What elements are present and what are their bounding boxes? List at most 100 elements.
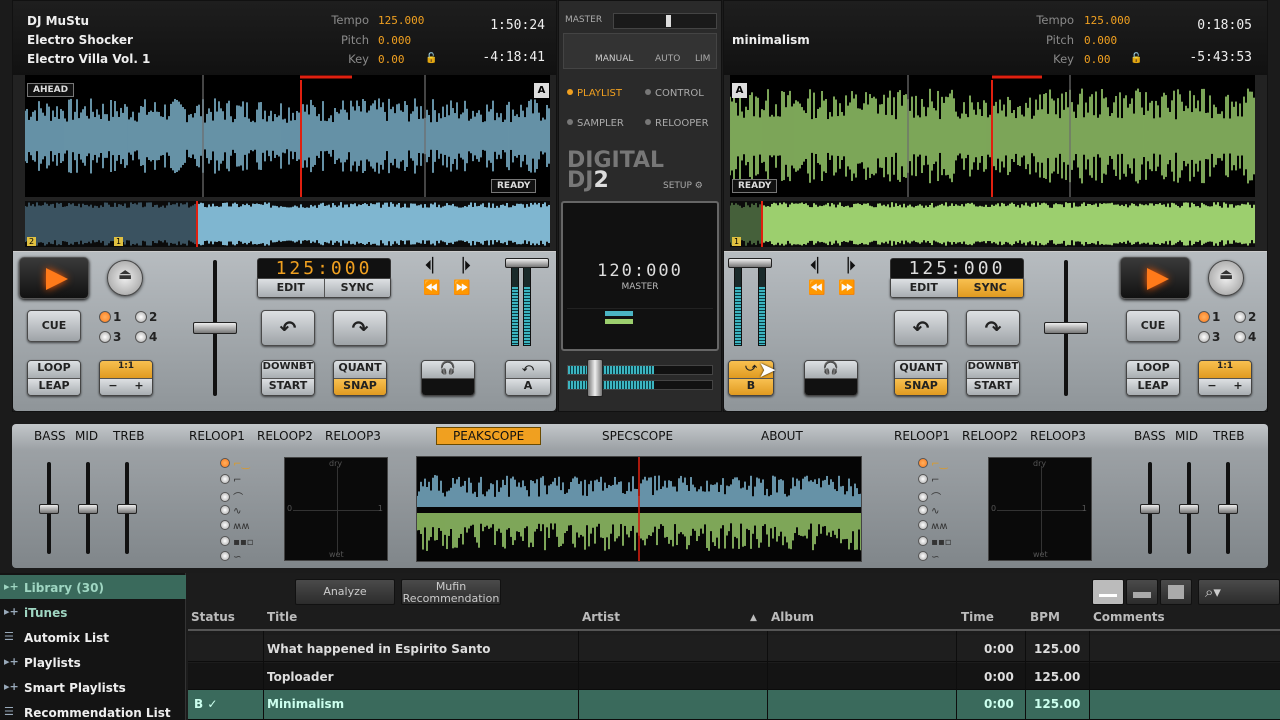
tab-peakscope[interactable]: PEAKSCOPE xyxy=(436,427,542,445)
deck-a-headphone-button[interactable]: 🎧 xyxy=(421,360,475,396)
deck-b-leap-button[interactable]: LEAP xyxy=(1127,378,1179,395)
sidebar-item-smart-playlists[interactable]: ▸+ Smart Playlists xyxy=(0,675,186,699)
fx-right-treb[interactable]: TREB xyxy=(1213,429,1244,443)
deck-a-pitch-slider[interactable] xyxy=(193,322,237,334)
deck-a-start-button[interactable]: START xyxy=(262,378,314,395)
deck-a-snap-button[interactable]: SNAP xyxy=(334,378,386,395)
deck-a-cue-button[interactable]: CUE xyxy=(27,310,81,342)
rewind-icon[interactable]: ⏪ xyxy=(423,280,440,296)
deck-b-play-button[interactable] xyxy=(1120,257,1190,299)
deck-b-loop-button[interactable]: LOOP xyxy=(1127,361,1179,378)
eq-left-bass-slider[interactable] xyxy=(39,504,59,514)
search-input[interactable]: ⌕▾ xyxy=(1198,579,1280,605)
deck-a-hotcue-2[interactable]: 2 xyxy=(135,310,157,324)
deck-a-letter-badge[interactable]: A xyxy=(534,83,549,98)
deck-a-pitch[interactable]: 0.000 xyxy=(378,34,411,47)
tab-about[interactable]: ABOUT xyxy=(761,429,803,443)
peakscope-display[interactable] xyxy=(416,456,862,562)
column-comments[interactable]: Comments xyxy=(1093,610,1165,624)
deck-a-marker-2[interactable]: 2 xyxy=(27,237,37,246)
fx-left-xy-pad[interactable]: dry wet 0 1 xyxy=(284,457,388,561)
deck-a-loop-size[interactable]: 1:1 − + xyxy=(99,360,153,396)
skip-forward-icon[interactable]: ▕⏵ xyxy=(453,258,471,274)
minus-icon[interactable]: − xyxy=(108,379,117,395)
deck-a-play-button[interactable] xyxy=(19,257,89,299)
fx-right-reloop1[interactable]: RELOOP1 xyxy=(894,429,950,443)
sidebar-item-library[interactable]: ▸+ Library (30) xyxy=(0,575,186,599)
view-large-button[interactable] xyxy=(1092,579,1124,605)
deck-b-downbeat-button[interactable]: DOWNBT xyxy=(967,361,1019,378)
deck-a-xfader-assign[interactable]: ⤺ A xyxy=(505,360,551,396)
sidebar-item-itunes[interactable]: ▸+ iTunes xyxy=(0,600,186,624)
fx-option[interactable]: ∽ xyxy=(918,551,968,567)
sidebar-item-playlists[interactable]: ▸+ Playlists xyxy=(0,650,186,674)
deck-b-tempo[interactable]: 125.000 xyxy=(1084,14,1130,27)
minus-icon[interactable]: − xyxy=(1207,379,1216,395)
deck-b-edit-sync[interactable]: EDIT SYNC xyxy=(890,278,1024,298)
tab-relooper[interactable]: RELOOPER xyxy=(645,118,709,129)
deck-b-pitch[interactable]: 0.000 xyxy=(1084,34,1117,47)
deck-a-overview[interactable] xyxy=(25,201,550,247)
fx-option[interactable]: ⌐ xyxy=(220,473,270,490)
skip-forward-icon[interactable]: ▕⏵ xyxy=(838,258,856,274)
deck-b-overview[interactable] xyxy=(730,201,1255,247)
deck-b-hotcue-3[interactable]: 3 xyxy=(1198,330,1220,344)
tab-specscope[interactable]: SPECSCOPE xyxy=(602,429,673,443)
fx-left-bass[interactable]: BASS xyxy=(34,429,66,443)
fx-option[interactable]: ⌐‿ xyxy=(220,458,270,474)
deck-a-forward-button[interactable]: ↷ xyxy=(333,310,387,346)
deck-b-headphone-button[interactable]: 🎧 xyxy=(804,360,858,396)
deck-a-tempo[interactable]: 125.000 xyxy=(378,14,424,27)
fx-option[interactable]: ⌒ xyxy=(220,489,270,505)
fx-right-bass[interactable]: BASS xyxy=(1134,429,1166,443)
tab-sampler[interactable]: SAMPLER xyxy=(567,118,624,129)
analyze-button[interactable]: Analyze xyxy=(295,579,395,605)
deck-b-forward-button[interactable]: ↷ xyxy=(966,310,1020,346)
skip-back-icon[interactable]: ⏴▏ xyxy=(810,258,828,274)
deck-b-key[interactable]: 0.00 xyxy=(1084,53,1111,66)
fx-right-effect-list[interactable]: ⌐‿ ⌐ ⌒ ∿ ʍʍ ▪▪▫ ∽ xyxy=(918,458,968,567)
mufin-recommendation-button[interactable]: Mufin Recommendation xyxy=(401,579,501,605)
fx-option[interactable]: ∽ xyxy=(220,551,270,567)
view-medium-button[interactable] xyxy=(1126,579,1158,605)
deck-b-hotcue-2[interactable]: 2 xyxy=(1234,310,1256,324)
deck-a-quant-button[interactable]: QUANT xyxy=(334,361,386,378)
deck-a-back-button[interactable]: ↶ xyxy=(261,310,315,346)
deck-b-volume-fader[interactable] xyxy=(728,258,772,268)
deck-a-key[interactable]: 0.00 xyxy=(378,53,405,66)
fx-right-mid[interactable]: MID xyxy=(1175,429,1198,443)
deck-a-hotcue-4[interactable]: 4 xyxy=(135,330,157,344)
fx-left-reloop3[interactable]: RELOOP3 xyxy=(325,429,381,443)
deck-b-pitch-slider[interactable] xyxy=(1044,322,1088,334)
master-volume-knob[interactable] xyxy=(666,15,671,27)
deck-b-hotcue-4[interactable]: 4 xyxy=(1234,330,1256,344)
column-bpm[interactable]: BPM xyxy=(1030,610,1060,624)
manual-mode[interactable]: MANUAL xyxy=(595,54,633,64)
fx-option[interactable]: ▪▪▫ xyxy=(918,535,968,552)
column-artist[interactable]: Artist xyxy=(582,610,620,624)
eq-left-treb-slider[interactable] xyxy=(117,504,137,514)
deck-a-volume-fader[interactable] xyxy=(505,258,549,268)
column-status[interactable]: Status xyxy=(191,610,235,624)
deck-a-hotcue-3[interactable]: 3 xyxy=(99,330,121,344)
deck-b-hotcue-1[interactable]: 1 xyxy=(1198,310,1220,324)
deck-a-downbeat-button[interactable]: DOWNBT xyxy=(262,361,314,378)
deck-a-edit-sync[interactable]: EDIT SYNC xyxy=(257,278,391,298)
deck-b-downbeat-start[interactable]: DOWNBT START xyxy=(966,360,1020,396)
deck-a-quant-snap[interactable]: QUANT SNAP xyxy=(333,360,387,396)
column-album[interactable]: Album xyxy=(771,610,814,624)
fx-option[interactable]: ⌐ xyxy=(918,473,968,490)
plus-icon[interactable]: + xyxy=(134,379,143,395)
deck-b-back-button[interactable]: ↶ xyxy=(894,310,948,346)
tab-control[interactable]: CONTROL xyxy=(645,88,704,99)
deck-a-marker-1[interactable]: 1 xyxy=(114,237,124,246)
master-bpm[interactable]: 120:000 xyxy=(569,261,711,281)
column-title[interactable]: Title xyxy=(267,610,297,624)
deck-b-quant-snap[interactable]: QUANT SNAP xyxy=(894,360,948,396)
eq-right-treb-slider[interactable] xyxy=(1218,504,1238,514)
deck-a-downbeat-start[interactable]: DOWNBT START xyxy=(261,360,315,396)
deck-a-eject-button[interactable]: ⏏ xyxy=(107,260,143,296)
table-row-selected[interactable]: B ✓ Minimalism 0:00 125.00 xyxy=(188,690,1280,720)
fx-left-treb[interactable]: TREB xyxy=(113,429,144,443)
deck-b-snap-button[interactable]: SNAP xyxy=(895,378,947,395)
